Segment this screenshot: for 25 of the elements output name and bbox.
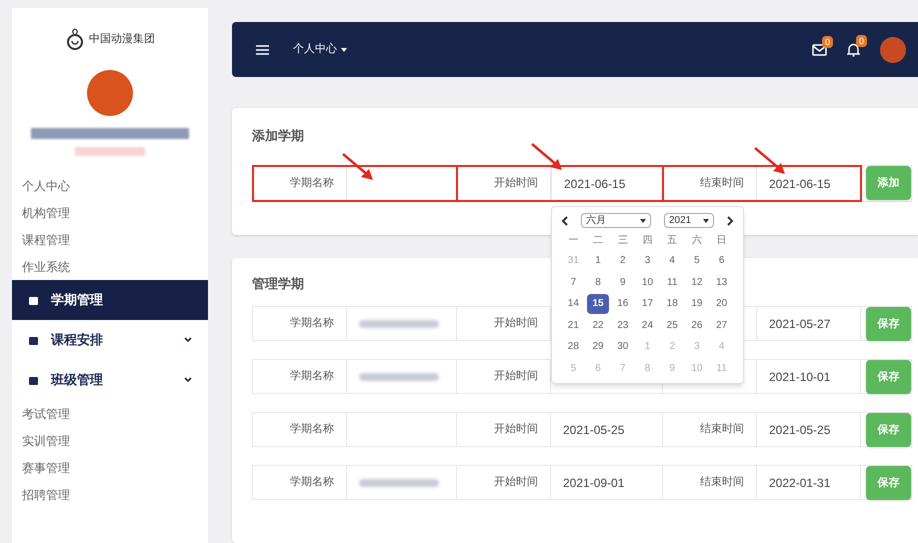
- weekday-label: 六: [690, 234, 703, 248]
- notification-badge: 0: [856, 34, 868, 46]
- field-label: 结束时间: [700, 176, 744, 192]
- field-label: 开始时间: [494, 422, 538, 438]
- logo-text: 中国动漫集团: [89, 32, 155, 47]
- section-title: 管理学期: [252, 276, 304, 291]
- field-label: 学期名称: [290, 176, 334, 192]
- field-label: 学期名称: [290, 316, 334, 332]
- notification-badge: 0: [822, 36, 834, 48]
- field-label: 学期名称: [290, 369, 334, 384]
- weekday-label: 三: [616, 234, 629, 248]
- weekday-label: 日: [716, 234, 728, 248]
- weekday-label: 二: [592, 234, 604, 248]
- field-label: 开始时间: [494, 475, 538, 490]
- field-label: 结束时间: [700, 422, 744, 438]
- field-label: 开始时间: [494, 369, 538, 384]
- field-label: 学期名称: [290, 475, 334, 490]
- field-label: 结束时间: [700, 475, 744, 490]
- weekday-label: 四: [641, 234, 654, 248]
- field-label: 开始时间: [494, 176, 538, 192]
- weekday-label: 五: [666, 234, 678, 248]
- field-label: 学期名称: [290, 422, 334, 438]
- weekday-label: 一: [567, 234, 580, 248]
- section-title: 添加学期: [252, 128, 304, 143]
- field-label: 开始时间: [494, 316, 538, 332]
